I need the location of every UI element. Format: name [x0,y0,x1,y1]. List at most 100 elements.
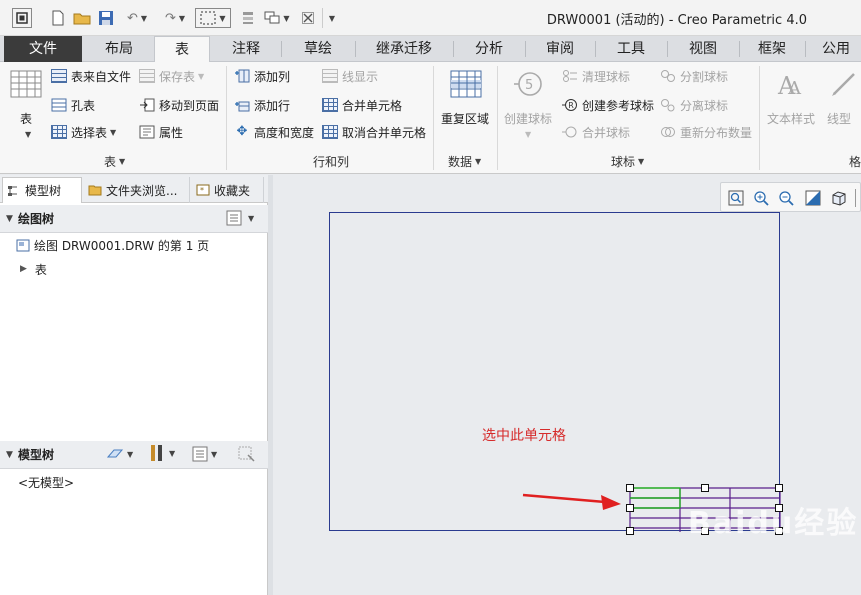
text-style-button[interactable]: 文本样式 [767,108,815,128]
split-balloon-button[interactable]: 分割球标 [660,66,728,86]
navigator-tabs: 模型树 文件夹浏览... * 收藏夹 [0,175,268,203]
model-display-icon[interactable]: ▼ [106,445,133,463]
tab-review[interactable]: 审阅 [526,36,594,62]
selection-handle[interactable] [701,484,709,492]
repeat-region-button[interactable]: 重复区域 [441,108,489,128]
model-tree-header[interactable]: ▼ 模型树 [0,441,268,469]
hole-table-button[interactable]: 孔表 [51,95,95,115]
open-folder-icon[interactable] [72,8,92,28]
select-table-button[interactable]: 选择表 ▼ [51,122,116,142]
tab-table[interactable]: 表 [154,36,210,63]
tree-filter-icon[interactable] [238,445,256,463]
add-column-icon [234,69,250,83]
ref-balloon-icon: R [562,98,578,112]
tab-frame[interactable]: 框架 [740,36,804,62]
tab-file[interactable]: 文件 [4,36,82,62]
tab-annotate[interactable]: 注释 [212,36,280,62]
merge-balloons-icon [562,125,578,139]
collapse-icon[interactable]: ▼ [6,450,13,460]
display-style-icon[interactable] [830,189,848,207]
unmerge-cells-icon [322,125,338,139]
selection-handle[interactable] [626,484,634,492]
table-grid-icon[interactable] [10,70,42,100]
save-icon[interactable] [96,8,116,28]
rows-columns-group-label: 行和列 [313,154,350,169]
tab-sketch[interactable]: 草绘 [282,36,354,62]
line-style-icon[interactable] [830,70,860,100]
clean-balloons-button[interactable]: 清理球标 [562,66,630,86]
table-from-file-button[interactable]: 表来自文件 [51,66,131,86]
merge-balloons-button[interactable]: 合并球标 [562,122,630,142]
undo-icon[interactable]: ↶ ▼ [122,8,152,28]
line-style-button[interactable]: 线型 [827,108,851,128]
selection-handle[interactable] [775,484,783,492]
tab-tools[interactable]: 工具 [596,36,666,62]
new-file-icon[interactable] [48,8,68,28]
table-dropdown-icon[interactable]: ▼ [25,130,31,139]
selection-handle[interactable] [626,527,634,535]
title-bar: ↶ ▼ ↷ ▼ ▼ ▼ ▼ DRW0001 (活动的) - Creo Paramet… [0,0,861,36]
selection-handle[interactable] [626,504,634,512]
drawing-tree-settings-icon[interactable]: ▼ [226,209,254,227]
unmerge-cells-button[interactable]: 取消合并单元格 [322,122,426,142]
format-group-label: 格 [849,154,861,169]
redistribute-qty-button[interactable]: 重新分布数量 [660,122,752,142]
no-model-text: <无模型> [18,475,75,490]
merge-cells-button[interactable]: 合并单元格 [322,95,402,115]
detach-balloon-button[interactable]: 分离球标 [660,95,728,115]
tab-layout[interactable]: 布局 [86,36,152,62]
height-width-button[interactable]: ✥ 高度和宽度 [234,122,314,142]
tab-common[interactable]: 公用 [806,36,861,62]
tab-model-tree[interactable]: 模型树 [2,177,82,203]
svg-text:*: * [200,186,204,195]
tree-item-drawing-page[interactable]: 绘图 DRW0001.DRW 的第 1 页 [16,236,209,254]
properties-button[interactable]: 属性 [139,122,183,142]
app-menu-icon[interactable] [12,8,32,28]
resize-arrows-icon: ✥ [236,124,248,139]
detach-balloon-icon [660,98,676,112]
repaint-icon[interactable] [804,189,822,207]
table-group-label[interactable]: 表 ▼ [104,153,125,169]
line-display-button[interactable]: 线显示 [322,66,378,86]
tab-folder-browser[interactable]: 文件夹浏览... [84,177,190,203]
redo-icon[interactable]: ↷ ▼ [160,8,190,28]
customize-toolbar-icon[interactable]: ▼ [322,8,338,28]
graphics-toolbar [720,182,861,212]
windows-icon[interactable]: ▼ [260,8,294,28]
more-tools-icon[interactable] [855,189,861,207]
tree-item-table[interactable]: ▶ 表 [20,260,47,278]
regenerate-icon[interactable] [238,8,258,28]
move-to-page-button[interactable]: 移动到页面 [139,95,219,115]
line-display-icon [322,69,338,83]
expand-icon[interactable]: ▶ [20,264,27,274]
ribbon-tabs: 文件 布局 表 注释 草绘 继承迁移 分析 审阅 工具 视图 框架 公用 [0,36,861,63]
add-row-button[interactable]: 添加行 [234,95,290,115]
save-table-button[interactable]: 保存表 ▼ [139,66,204,86]
redistribute-qty-icon [660,125,676,139]
zoom-out-icon[interactable] [777,189,795,207]
move-to-page-icon [139,98,155,112]
close-window-icon[interactable] [300,8,316,28]
text-style-icon[interactable]: AA [776,70,808,100]
selection-box-icon[interactable]: ▼ [195,8,231,28]
collapse-icon[interactable]: ▼ [6,214,13,224]
zoom-in-icon[interactable] [752,189,770,207]
data-group-label[interactable]: 数据 ▼ [448,153,481,169]
tools-icon[interactable]: ▼ [148,444,175,462]
selected-cell[interactable] [630,487,681,509]
repeat-region-icon[interactable] [450,70,482,100]
tree-settings-icon[interactable]: ▼ [192,445,217,463]
annotation-text: 选中此单元格 [482,428,566,444]
hole-table-icon [51,98,67,112]
clean-balloons-icon [562,69,578,83]
create-ref-balloon-button[interactable]: R 创建参考球标 [562,95,654,115]
tab-view[interactable]: 视图 [668,36,738,62]
tab-legacy-migration[interactable]: 继承迁移 [356,36,452,62]
create-balloon-icon[interactable]: 5 [512,70,544,100]
tab-favorites[interactable]: * 收藏夹 [192,177,264,203]
add-column-button[interactable]: 添加列 [234,66,290,86]
balloon-group-label[interactable]: 球标 ▼ [611,153,644,169]
ribbon-panel: 表 ▼ 表来自文件 保存表 ▼ 孔表 移动到页面 选择表 ▼ 属性 表 ▼ 添加… [0,62,861,174]
tab-analysis[interactable]: 分析 [454,36,524,62]
refit-icon[interactable] [727,189,745,207]
